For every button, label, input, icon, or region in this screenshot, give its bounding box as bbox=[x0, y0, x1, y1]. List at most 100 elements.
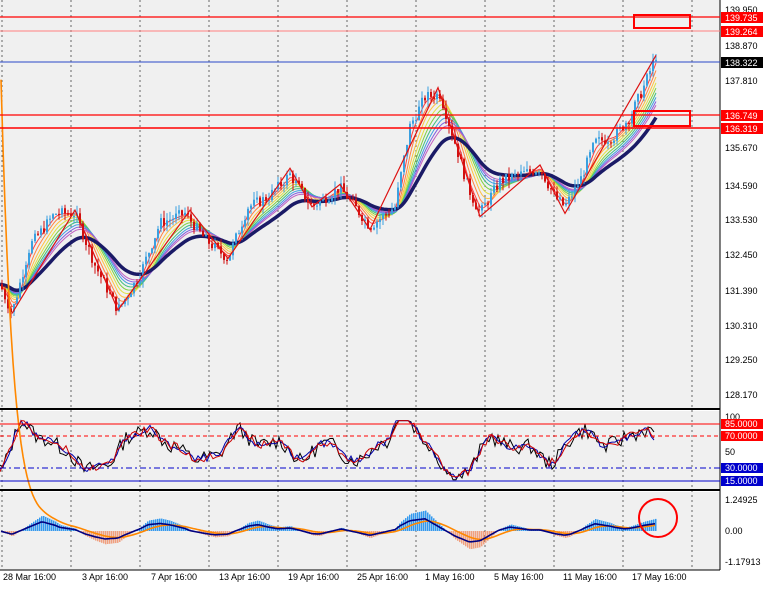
price-label: 138.870 bbox=[725, 41, 758, 51]
candle-body bbox=[583, 175, 585, 176]
candle-body bbox=[241, 227, 243, 234]
candle-body bbox=[151, 248, 153, 253]
histogram-bar bbox=[465, 531, 467, 546]
hist-zero-label: 0.00 bbox=[725, 526, 743, 536]
level-tag-139735: 139.735 bbox=[721, 12, 763, 23]
candle-body bbox=[37, 234, 39, 235]
candle-body bbox=[592, 143, 594, 152]
candle-body bbox=[334, 189, 336, 198]
osc-level-label: 30.0000 bbox=[725, 463, 758, 473]
hist-bottom-label: -1.17913 bbox=[725, 557, 761, 567]
candle-body bbox=[262, 197, 264, 206]
oscillator-panel[interactable] bbox=[0, 411, 720, 489]
candle-body bbox=[562, 198, 564, 206]
candle-body bbox=[244, 220, 246, 227]
candle-body bbox=[430, 92, 432, 97]
candle-body bbox=[256, 198, 258, 200]
candle-body bbox=[25, 265, 27, 277]
candle-body bbox=[613, 141, 615, 143]
osc-level-label: 15.0000 bbox=[725, 476, 758, 486]
candle-body bbox=[157, 229, 159, 238]
candle-body bbox=[409, 124, 411, 145]
time-label: 5 May 16:00 bbox=[494, 572, 544, 582]
candle-body bbox=[394, 207, 396, 210]
candle-body bbox=[529, 169, 531, 172]
histogram-bar bbox=[655, 519, 657, 531]
price-label: 135.670 bbox=[725, 143, 758, 153]
histogram-bar bbox=[469, 531, 471, 549]
candle-body bbox=[493, 186, 495, 193]
histogram-bar bbox=[405, 518, 407, 531]
candle-body bbox=[397, 188, 399, 207]
candle-body bbox=[145, 257, 147, 265]
histogram-bar bbox=[411, 514, 413, 531]
candle-body bbox=[181, 210, 183, 215]
candle-body bbox=[22, 277, 24, 283]
chart-canvas[interactable]: 139.950 138.870 137.810 135.670 134.590 … bbox=[0, 0, 770, 585]
time-label: 17 May 16:00 bbox=[632, 572, 687, 582]
time-label: 1 May 16:00 bbox=[425, 572, 475, 582]
histogram-bar bbox=[157, 519, 159, 531]
histogram-bar bbox=[409, 515, 411, 531]
price-label: 128.170 bbox=[725, 390, 758, 400]
trading-chart-window[interactable]: 139.950 138.870 137.810 135.670 134.590 … bbox=[0, 0, 770, 585]
time-label: 13 Apr 16:00 bbox=[219, 572, 270, 582]
candle-body bbox=[565, 204, 567, 206]
candle-body bbox=[94, 263, 96, 266]
candle-body bbox=[211, 244, 213, 248]
candle-body bbox=[481, 205, 483, 210]
time-label: 19 Apr 16:00 bbox=[288, 572, 339, 582]
candle-body bbox=[502, 178, 504, 183]
candle-body bbox=[637, 94, 639, 102]
price-label: 129.250 bbox=[725, 355, 758, 365]
candle-body bbox=[232, 243, 234, 255]
candle-body bbox=[601, 137, 603, 140]
histogram-bar bbox=[159, 519, 161, 531]
candle-body bbox=[235, 233, 237, 243]
candle-body bbox=[598, 137, 600, 139]
candle-body bbox=[541, 172, 543, 174]
candle-body bbox=[52, 214, 54, 218]
histogram-bar bbox=[455, 531, 457, 539]
price-label: 133.530 bbox=[725, 215, 758, 225]
candle-body bbox=[328, 201, 330, 203]
histogram-bar bbox=[45, 517, 47, 531]
candle-body bbox=[337, 189, 339, 193]
candle-body bbox=[421, 98, 423, 107]
candle-body bbox=[559, 198, 561, 200]
histogram-bar bbox=[37, 519, 39, 531]
candle-body bbox=[616, 129, 618, 141]
candle-body bbox=[610, 142, 612, 143]
histogram-bar bbox=[407, 516, 409, 531]
candle-body bbox=[67, 213, 69, 214]
candle-body bbox=[355, 199, 357, 206]
candle-body bbox=[577, 186, 579, 187]
histogram-bar bbox=[41, 516, 43, 531]
candle-body bbox=[331, 198, 333, 201]
candle-body bbox=[184, 213, 186, 216]
candle-body bbox=[427, 92, 429, 100]
candle-body bbox=[4, 289, 6, 299]
candle-body bbox=[58, 214, 60, 215]
candle-body bbox=[169, 220, 171, 221]
histogram-bar bbox=[35, 520, 37, 531]
candle-body bbox=[289, 173, 291, 175]
candle-body bbox=[250, 206, 252, 209]
candle-body bbox=[625, 123, 627, 130]
candle-body bbox=[520, 172, 522, 175]
osc-mid-label: 50 bbox=[725, 447, 735, 457]
candle-body bbox=[166, 220, 168, 225]
level-tag-136319: 136.319 bbox=[721, 123, 763, 134]
candle-body bbox=[487, 204, 489, 205]
price-label: 131.390 bbox=[725, 286, 758, 296]
candle-body bbox=[61, 208, 63, 214]
candle-body bbox=[538, 172, 540, 173]
price-label: 132.450 bbox=[725, 250, 758, 260]
candle-body bbox=[238, 233, 240, 234]
level-tag-139264: 139.264 bbox=[721, 26, 763, 37]
histogram-bar bbox=[419, 512, 421, 531]
hist-top-label: 1.24925 bbox=[725, 495, 758, 505]
time-label: 25 Apr 16:00 bbox=[357, 572, 408, 582]
histogram-bar bbox=[153, 520, 155, 531]
candle-body bbox=[205, 235, 207, 237]
